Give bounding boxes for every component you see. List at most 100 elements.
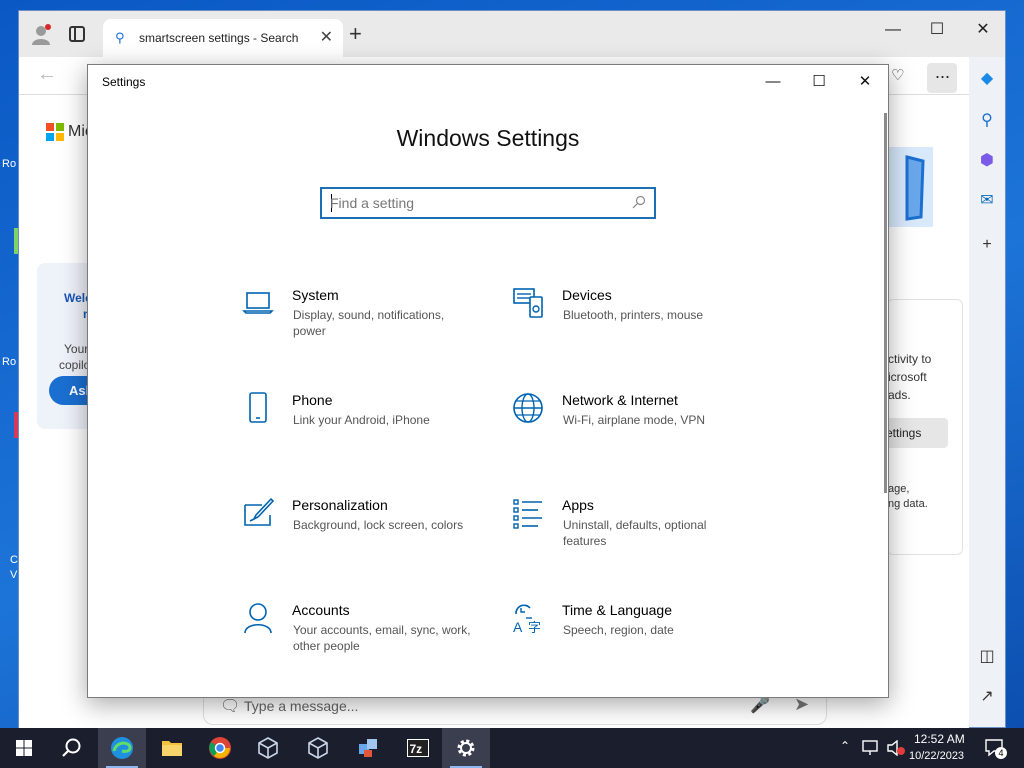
browser-titlebar: ⚲ smartscreen settings - Search ✕ + — ☐ … [19, 11, 1005, 57]
taskbar-search-button[interactable] [48, 728, 96, 768]
taskbar-virtualbox[interactable] [244, 728, 292, 768]
tile-description: Link your Android, iPhone [293, 413, 430, 427]
privacy-line: ads. [888, 388, 911, 402]
tab-actions-icon[interactable] [69, 26, 85, 42]
tile-name: System [292, 287, 339, 303]
windows-logo-icon [16, 740, 32, 756]
desktop-icon-label[interactable]: Ro [2, 356, 16, 368]
browser-tab[interactable]: ⚲ smartscreen settings - Search ✕ [103, 19, 343, 57]
tile-name: Devices [562, 287, 612, 303]
settings-tile-devices[interactable]: Devices Bluetooth, printers, mouse [512, 287, 772, 367]
maximize-button[interactable]: ☐ [796, 67, 842, 97]
edge-icon [111, 737, 133, 759]
privacy-line: ctivity to [888, 352, 932, 366]
tile-description: Background, lock screen, colors [293, 518, 464, 532]
settings-tile-network[interactable]: Network & Internet Wi-Fi, airplane mode,… [512, 392, 772, 472]
7zip-icon: 7z [407, 739, 429, 757]
tile-name: Network & Internet [562, 392, 678, 408]
network-status-icon[interactable] [862, 740, 880, 756]
search-icon[interactable] [632, 195, 646, 209]
taskbar-chrome[interactable] [196, 728, 244, 768]
message-input-placeholder[interactable]: Type a message... [244, 698, 358, 714]
chrome-icon [209, 737, 231, 759]
clock-time[interactable]: 12:52 AM [914, 732, 965, 746]
microsoft-logo [46, 123, 64, 141]
outlook-icon[interactable]: ✉ [977, 191, 997, 211]
illustration-image [887, 147, 933, 227]
settings-tile-phone[interactable]: Phone Link your Android, iPhone [242, 392, 502, 472]
taskbar: 7z ⌃ 12:52 AM 10/22/2023 4 [0, 728, 1024, 768]
person-icon [244, 603, 272, 634]
search-icon: ⚲ [115, 30, 125, 45]
laptop-icon [242, 292, 274, 314]
taskbar-network-tool[interactable] [344, 728, 392, 768]
chat-icon: 🗨 [220, 698, 241, 715]
search-icon [62, 738, 81, 757]
desktop-icon-label[interactable]: C [10, 554, 18, 566]
privacy-line: age, [888, 483, 910, 495]
back-button[interactable]: ← [37, 63, 57, 86]
settings-and-more-button[interactable]: ··· [927, 63, 957, 93]
taskbar-7zip[interactable]: 7z [394, 728, 442, 768]
privacy-subtext: age, ng data. [888, 482, 928, 512]
svg-text:字: 字 [528, 620, 541, 634]
tile-description: Bluetooth, printers, mouse [563, 308, 704, 322]
scrollbar[interactable] [884, 113, 887, 493]
settings-button[interactable]: ettings [886, 418, 948, 448]
add-icon[interactable]: + [977, 235, 997, 255]
search-box[interactable] [320, 187, 656, 219]
settings-tile-apps[interactable]: Apps Uninstall, defaults, optional featu… [512, 497, 772, 577]
close-tab-icon[interactable]: ✕ [320, 27, 333, 47]
gear-icon [457, 739, 475, 757]
maximize-button[interactable]: ☐ [915, 15, 959, 45]
svg-text:7z: 7z [410, 742, 423, 756]
minimize-button[interactable]: — [871, 15, 915, 45]
desktop-icon-label[interactable]: Ro [2, 158, 16, 170]
time-language-icon: A 字 [513, 604, 541, 634]
folder-icon [162, 741, 182, 756]
tile-description: Wi-Fi, airplane mode, VPN [563, 413, 706, 427]
microphone-icon[interactable]: 🎤 [750, 695, 770, 715]
external-link-icon[interactable]: ↗ [977, 687, 997, 707]
tile-name: Phone [292, 392, 333, 408]
minimize-button[interactable]: — [750, 67, 796, 97]
browser-essentials-icon[interactable]: ♡ [891, 66, 904, 84]
phone-icon [249, 392, 267, 423]
cube-icon [308, 737, 328, 759]
settings-window: Settings — ☐ ✕ Windows Settings System D… [87, 64, 889, 698]
network-tool-icon [359, 739, 377, 757]
taskbar-edge[interactable] [98, 728, 146, 768]
settings-tile-personalization[interactable]: Personalization Background, lock screen,… [242, 497, 502, 577]
welcome-text: Your [64, 342, 89, 356]
settings-tile-accounts[interactable]: Accounts Your accounts, email, sync, wor… [242, 602, 502, 682]
desktop-icon-label[interactable]: V [10, 569, 17, 581]
privacy-line: icrosoft [888, 370, 927, 384]
copilot-icon[interactable]: ◆ [977, 69, 997, 89]
clock-date[interactable]: 10/22/2023 [909, 750, 964, 762]
privacy-text: ctivity to icrosoft ads. [888, 350, 931, 404]
tile-name: Accounts [292, 602, 350, 618]
chevron-up-icon[interactable]: ⌃ [840, 739, 850, 753]
tile-description: Speech, region, date [563, 623, 674, 637]
search-input[interactable] [330, 193, 620, 213]
shopping-icon[interactable]: ⬢ [977, 151, 997, 171]
tab-title: smartscreen settings - Search [139, 31, 299, 45]
tile-name: Apps [562, 497, 594, 513]
tile-description: Display, sound, notifications, power [293, 308, 445, 338]
taskbar-settings[interactable] [442, 728, 490, 768]
paintbrush-icon [244, 497, 274, 526]
settings-tile-time-language[interactable]: A 字 Time & Language Speech, region, date [512, 602, 772, 682]
profile-icon[interactable] [29, 23, 53, 47]
close-button[interactable]: ✕ [842, 67, 888, 97]
search-icon[interactable]: ⚲ [977, 111, 997, 131]
tile-description: Your accounts, email, sync, work, other … [293, 623, 471, 653]
volume-muted-icon[interactable] [886, 740, 906, 756]
sidebar-toggle-icon[interactable]: ◫ [977, 647, 997, 667]
close-button[interactable]: ✕ [961, 15, 1005, 45]
tile-description: Uninstall, defaults, optional features [563, 518, 707, 548]
taskbar-virtualbox-2[interactable] [294, 728, 342, 768]
start-button[interactable] [0, 728, 48, 768]
new-tab-button[interactable]: + [349, 21, 362, 47]
settings-tile-system[interactable]: System Display, sound, notifications, po… [242, 287, 502, 367]
taskbar-file-explorer[interactable] [148, 728, 196, 768]
